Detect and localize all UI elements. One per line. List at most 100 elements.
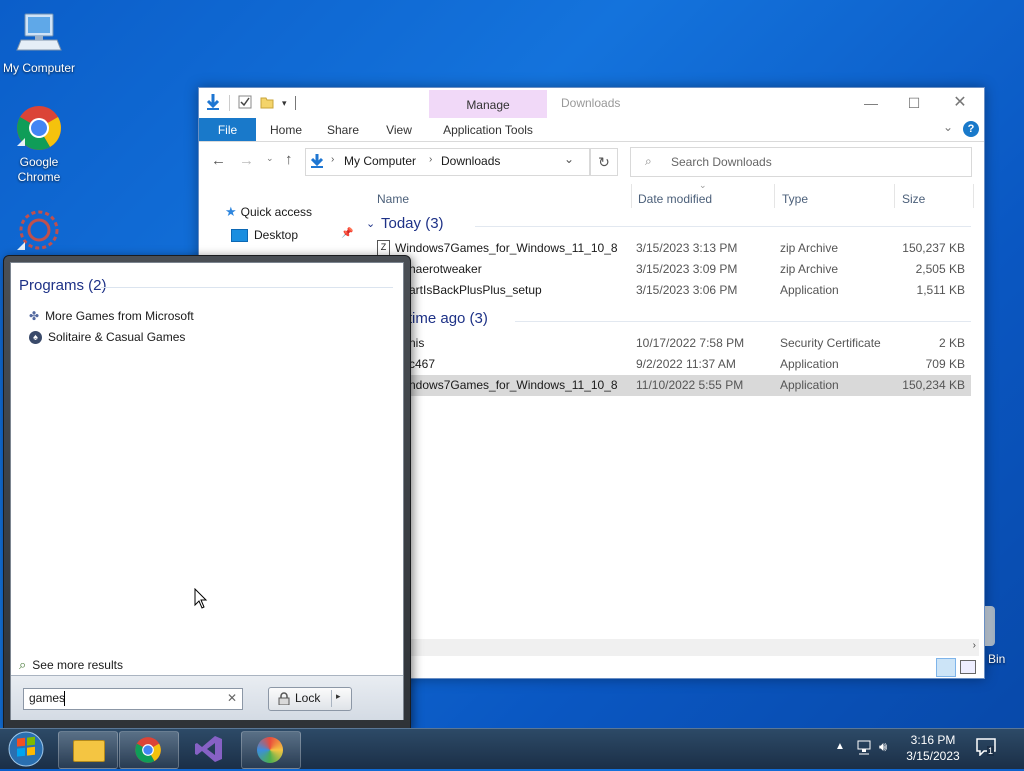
mouse-cursor-icon [194, 587, 208, 613]
address-bar[interactable]: › My Computer › Downloads ⌄ [305, 148, 590, 176]
details-view-icon[interactable] [936, 658, 956, 677]
action-center-button[interactable]: 1 [976, 738, 996, 759]
file-row-selected[interactable]: ndows7Games_for_Windows_11_10_8 11/10/20… [373, 375, 971, 396]
column-divider [973, 184, 974, 208]
desktop-icon-my-computer[interactable]: My Computer [1, 10, 77, 76]
horizontal-scrollbar[interactable]: › [363, 639, 979, 656]
search-placeholder: Search Downloads [671, 155, 772, 169]
clock-date: 3/15/2023 [906, 749, 960, 763]
file-row[interactable]: c467 9/2/2022 11:37 AM Application 709 K… [373, 354, 971, 375]
file-row[interactable]: artIsBackPlusPlus_setup 3/15/2023 3:06 P… [373, 280, 971, 301]
customize-toolbar-icon[interactable]: ▾ [282, 98, 287, 109]
lock-label: Lock [295, 691, 321, 705]
download-arrow-icon[interactable] [205, 93, 221, 114]
app-gear-icon [15, 206, 63, 254]
close-button[interactable]: ✕ [940, 92, 980, 114]
desktop-icon-recycle-bin[interactable]: Bin [983, 604, 1024, 668]
nav-item-desktop[interactable]: Desktop 📌 [231, 228, 356, 242]
group-header-long-time-ago[interactable]: ng time ago (3) [363, 309, 971, 331]
divider [229, 95, 230, 111]
taskbar-file-explorer[interactable] [58, 731, 118, 769]
clear-search-icon[interactable]: ✕ [227, 691, 237, 705]
divider [294, 96, 296, 110]
minimize-button[interactable]: — [851, 92, 891, 114]
lock-divider [331, 690, 332, 707]
back-button[interactable]: ← [211, 152, 226, 169]
column-divider [774, 184, 775, 208]
nav-item-quick-access[interactable]: ★ Quick access [225, 204, 312, 220]
forward-button[interactable]: → [239, 152, 254, 169]
properties-checkbox-icon[interactable] [238, 95, 252, 112]
search-box[interactable]: ⌕ Search Downloads [630, 147, 972, 177]
start-button[interactable] [4, 730, 48, 768]
lock-button[interactable]: Lock ▸ [268, 687, 352, 711]
program-item[interactable]: ✤ More Games from Microsoft [29, 306, 194, 326]
file-row[interactable]: Z Windows7Games_for_Windows_11_10_8 3/15… [373, 238, 971, 259]
file-size: 2 KB [938, 336, 965, 350]
see-more-results-link[interactable]: ⌕ See more results [19, 655, 123, 675]
games-icon: ✤ [29, 309, 40, 323]
file-type: Application [780, 283, 839, 297]
new-folder-icon[interactable] [260, 95, 274, 112]
file-type: Application [780, 378, 839, 392]
group-divider [515, 321, 971, 322]
column-header-size[interactable]: Size [902, 192, 925, 206]
column-header-type[interactable]: Type [782, 192, 808, 206]
up-button[interactable]: ↑ [285, 151, 293, 168]
program-item[interactable]: ♠ Solitaire & Casual Games [29, 327, 185, 347]
programs-section-title: Programs (2) [19, 277, 107, 294]
file-type: Security Certificate [780, 336, 881, 350]
desktop-icon-label: Google Chrome [17, 155, 61, 184]
taskbar-app[interactable] [241, 731, 301, 769]
download-folder-icon [310, 153, 324, 172]
file-date: 3/15/2023 3:13 PM [636, 241, 738, 255]
clock[interactable]: 3:16 PM 3/15/2023 [902, 732, 964, 764]
column-header-date[interactable]: Date modified [638, 192, 712, 206]
large-icons-view-icon[interactable] [960, 660, 976, 674]
tab-share[interactable]: Share [323, 118, 363, 141]
group-label: Today (3) [381, 215, 444, 232]
maximize-button[interactable]: ☐ [894, 92, 934, 114]
file-row[interactable]: nis 10/17/2022 7:58 PM Security Certific… [373, 333, 971, 354]
tab-view[interactable]: View [379, 118, 419, 141]
desktop-icon-app[interactable] [1, 206, 77, 257]
title-bar: ▾ Manage Downloads — ☐ ✕ [199, 88, 984, 118]
taskbar-visual-studio[interactable] [180, 731, 238, 767]
shutdown-options-arrow-icon[interactable]: ▸ [336, 691, 341, 702]
address-dropdown-icon[interactable]: ⌄ [564, 152, 574, 166]
nav-item-label: Quick access [240, 205, 313, 219]
refresh-button[interactable]: ↻ [590, 148, 618, 176]
tab-application-tools[interactable]: Application Tools [429, 118, 547, 141]
start-search-input[interactable]: games ✕ [23, 688, 243, 710]
manage-tab[interactable]: Manage [429, 90, 547, 118]
ribbon-expand-icon[interactable]: ⌄ [943, 120, 953, 134]
file-size: 1,511 KB [916, 283, 965, 297]
file-row[interactable]: haerotweaker 3/15/2023 3:09 PM zip Archi… [373, 259, 971, 280]
group-header-today[interactable]: ⌄ Today (3) [363, 214, 971, 236]
scroll-right-icon[interactable]: › [973, 640, 976, 651]
visual-studio-icon [194, 734, 224, 767]
volume-icon[interactable]: 🔊︎ [879, 739, 887, 755]
file-size: 150,234 KB [902, 378, 965, 392]
search-icon: ⌕ [645, 154, 652, 168]
program-label: More Games from Microsoft [45, 309, 194, 323]
breadcrumb-downloads[interactable]: Downloads [441, 154, 500, 168]
breadcrumb-my-computer[interactable]: My Computer [344, 154, 416, 168]
file-name: ndows7Games_for_Windows_11_10_8 [409, 378, 618, 392]
show-hidden-icons[interactable]: ▲ [835, 741, 845, 752]
file-size: 2,505 KB [915, 262, 965, 276]
taskbar-chrome[interactable] [119, 731, 179, 769]
tab-file[interactable]: File [199, 118, 256, 141]
network-icon[interactable] [856, 739, 874, 758]
start-menu: Programs (2) ✤ More Games from Microsoft… [3, 255, 411, 729]
pin-icon[interactable]: 📌 [341, 228, 353, 239]
notification-count-badge: 1 [987, 746, 995, 756]
computer-icon [15, 10, 63, 58]
tab-home[interactable]: Home [266, 118, 306, 141]
help-icon[interactable]: ? [963, 121, 979, 137]
column-header-name[interactable]: Name [377, 192, 409, 206]
recent-locations-icon[interactable]: ⌄ [266, 153, 274, 164]
desktop-icon-google-chrome[interactable]: Google Chrome [1, 104, 77, 185]
taskbar: ▲ 🔊︎ 3:16 PM 3/15/2023 1 [0, 728, 1024, 769]
file-type: zip Archive [780, 262, 839, 276]
